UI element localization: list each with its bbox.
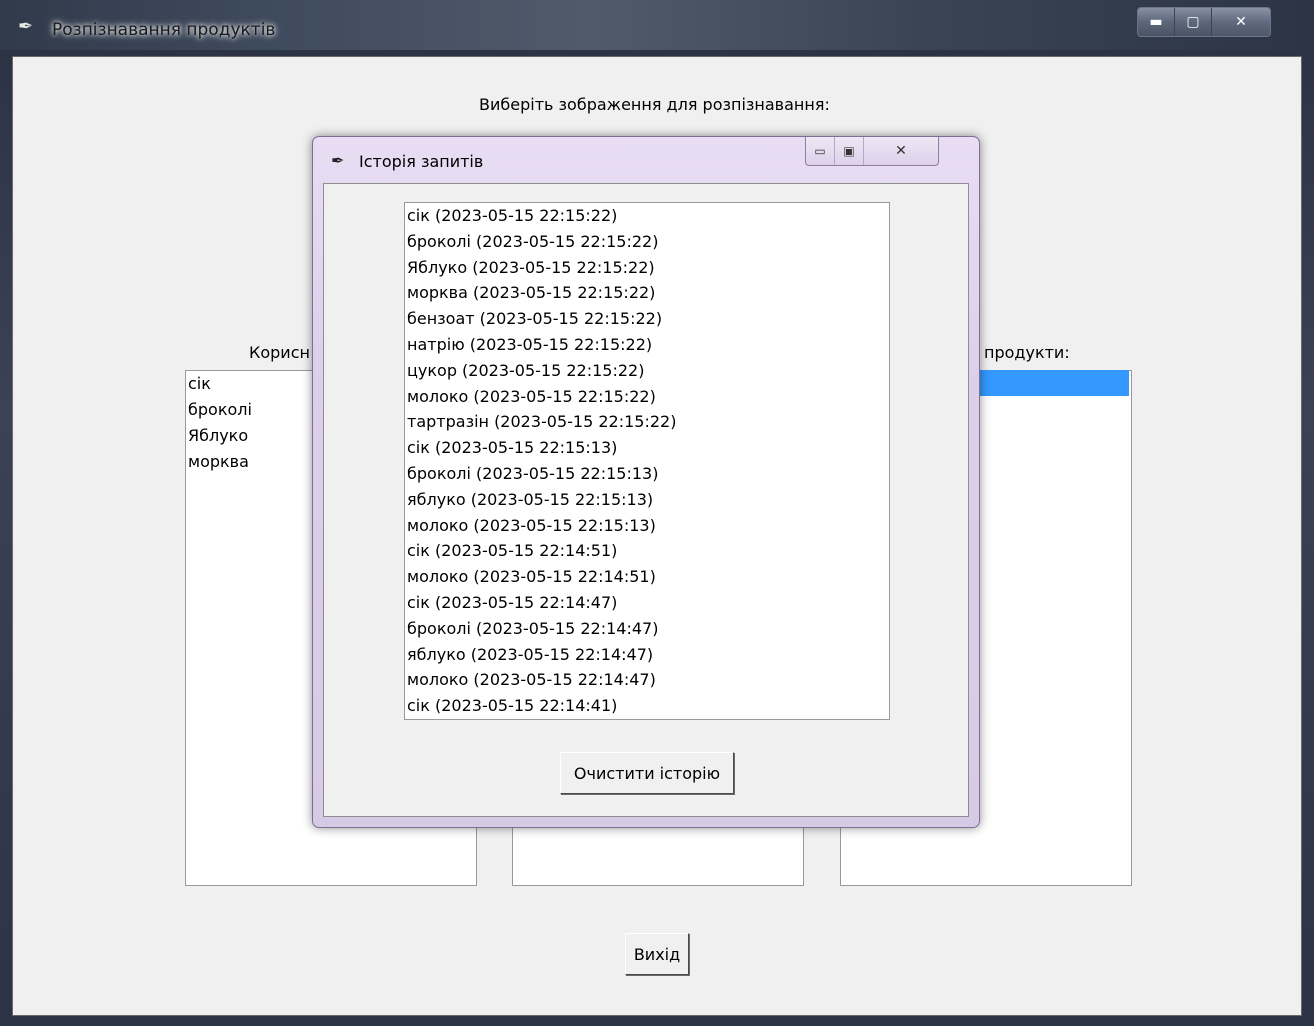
history-entry[interactable]: броколі (2023-05-15 22:15:22) bbox=[405, 229, 889, 255]
close-button[interactable]: ✕ bbox=[1212, 8, 1270, 36]
history-entry[interactable]: яблуко (2023-05-15 22:15:13) bbox=[405, 487, 889, 513]
main-window-title: Розпізнавання продуктів bbox=[52, 20, 276, 40]
selected-list-item[interactable] bbox=[971, 370, 1129, 396]
feather-icon: ✒ bbox=[18, 16, 34, 37]
dialog-maximize-button[interactable]: ▣ bbox=[835, 137, 864, 165]
history-entry[interactable]: сік (2023-05-15 22:14:41) bbox=[405, 693, 889, 719]
history-entry[interactable]: сік (2023-05-15 22:15:13) bbox=[405, 435, 889, 461]
feather-icon: ✒ bbox=[331, 151, 345, 170]
history-list[interactable]: сік (2023-05-15 22:15:22) броколі (2023-… bbox=[404, 202, 890, 720]
history-dialog-controls: ▭ ▣ ✕ bbox=[805, 137, 939, 166]
history-entry[interactable]: Яблуко (2023-05-15 22:15:22) bbox=[405, 255, 889, 281]
products-label: продукти: bbox=[984, 343, 1070, 362]
history-entry[interactable]: яблуко (2023-05-15 22:14:47) bbox=[405, 642, 889, 668]
history-entry[interactable]: броколі (2023-05-15 22:14:47) bbox=[405, 616, 889, 642]
main-titlebar[interactable]: ✒ Розпізнавання продуктів ▬ ▢ ✕ bbox=[0, 0, 1314, 50]
history-entry[interactable]: броколі (2023-05-15 22:15:13) bbox=[405, 461, 889, 487]
main-window-controls: ▬ ▢ ✕ bbox=[1137, 7, 1271, 37]
main-window: ✒ Розпізнавання продуктів ▬ ▢ ✕ Виберіть… bbox=[0, 0, 1314, 1026]
useful-products-label: Корисн bbox=[249, 343, 310, 362]
history-entry[interactable]: сік (2023-05-15 22:14:47) bbox=[405, 590, 889, 616]
clear-history-button[interactable]: Очистити історію bbox=[560, 752, 734, 794]
history-dialog-title: Історія запитів bbox=[359, 152, 484, 171]
history-entry[interactable]: сік (2023-05-15 22:15:22) bbox=[405, 203, 889, 229]
history-entry[interactable]: сік (2023-05-15 22:14:51) bbox=[405, 538, 889, 564]
dialog-minimize-button[interactable]: ▭ bbox=[806, 137, 835, 165]
history-dialog-client: сік (2023-05-15 22:15:22) броколі (2023-… bbox=[323, 183, 969, 817]
history-entry[interactable]: бензоат (2023-05-15 22:15:22) bbox=[405, 306, 889, 332]
select-image-prompt: Виберіть зображення для розпізнавання: bbox=[479, 95, 830, 114]
history-entry[interactable]: цукор (2023-05-15 22:15:22) bbox=[405, 358, 889, 384]
history-dialog: ✒ Історія запитів ▭ ▣ ✕ сік (2023-05-15 … bbox=[312, 136, 980, 828]
history-entry[interactable]: морква (2023-05-15 22:15:22) bbox=[405, 280, 889, 306]
exit-button[interactable]: Вихід bbox=[625, 933, 689, 975]
history-entry[interactable]: тартразін (2023-05-15 22:15:22) bbox=[405, 409, 889, 435]
maximize-button[interactable]: ▢ bbox=[1175, 8, 1212, 36]
history-entry[interactable]: молоко (2023-05-15 22:15:22) bbox=[405, 384, 889, 410]
history-entry[interactable]: молоко (2023-05-15 22:15:13) bbox=[405, 513, 889, 539]
history-entry[interactable]: молоко (2023-05-15 22:14:51) bbox=[405, 564, 889, 590]
dialog-close-button[interactable]: ✕ bbox=[864, 137, 938, 165]
minimize-button[interactable]: ▬ bbox=[1138, 8, 1175, 36]
history-entry[interactable]: натрію (2023-05-15 22:15:22) bbox=[405, 332, 889, 358]
history-entry[interactable]: молоко (2023-05-15 22:14:47) bbox=[405, 667, 889, 693]
